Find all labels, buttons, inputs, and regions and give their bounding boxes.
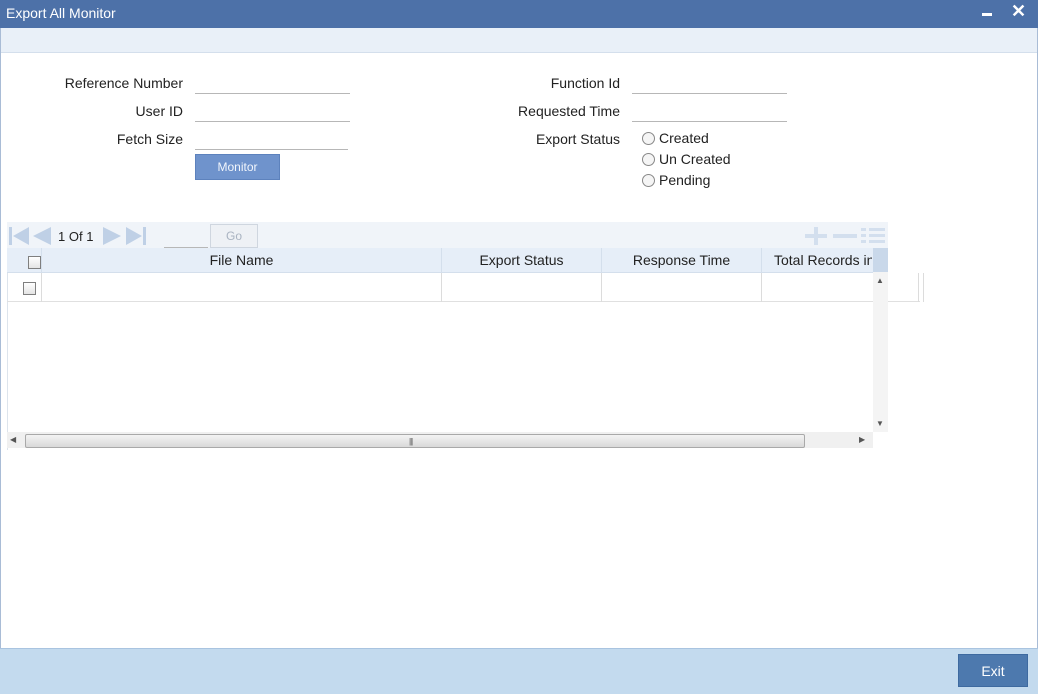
pager-text: 1 Of 1: [58, 229, 93, 244]
column-divider: [441, 273, 442, 302]
go-button[interactable]: Go: [210, 224, 258, 248]
radio-label-created: Created: [659, 130, 709, 146]
window-title: Export All Monitor: [6, 5, 116, 21]
export-status-pending-radio[interactable]: Pending: [642, 170, 710, 190]
radio-circle[interactable]: [642, 152, 655, 166]
close-icon[interactable]: ✕: [1011, 1, 1026, 22]
scroll-down-icon[interactable]: ▼: [876, 419, 884, 428]
column-header-total-records[interactable]: Total Records in: [762, 248, 872, 272]
radio-circle[interactable]: [642, 173, 655, 187]
window-titlebar: Export All Monitor ✕: [0, 0, 1038, 28]
pager-total: 1: [86, 229, 94, 244]
table-row[interactable]: [7, 273, 920, 302]
fetch-size-field[interactable]: [195, 129, 348, 150]
minimize-icon[interactable]: [982, 13, 992, 16]
column-header-response-time[interactable]: Response Time: [602, 248, 762, 272]
last-page-icon[interactable]: [125, 226, 147, 246]
export-status-label: Export Status: [535, 131, 620, 147]
scrollbar-header-fill: [873, 248, 888, 272]
export-status-uncreated-radio[interactable]: Un Created: [642, 149, 731, 169]
radio-label-uncreated: Un Created: [659, 151, 731, 167]
export-status-created-radio[interactable]: Created: [642, 128, 709, 148]
user-id-field[interactable]: [195, 101, 350, 122]
previous-page-icon[interactable]: [32, 226, 52, 246]
column-header-file-name[interactable]: File Name: [42, 248, 442, 272]
column-divider: [601, 273, 602, 302]
goto-page-input[interactable]: [164, 227, 208, 248]
user-id-label: User ID: [135, 103, 183, 119]
columns-icon[interactable]: [860, 226, 886, 246]
radio-circle[interactable]: [642, 131, 655, 145]
scroll-grip-icon: |||: [409, 437, 413, 446]
column-divider: [923, 273, 924, 302]
horizontal-scroll-thumb[interactable]: [25, 434, 805, 448]
next-page-icon[interactable]: [102, 226, 122, 246]
monitor-button[interactable]: Monitor: [195, 154, 280, 180]
delete-row-icon[interactable]: [832, 226, 858, 246]
column-divider: [761, 273, 762, 302]
reference-number-label: Reference Number: [64, 75, 183, 91]
scroll-right-icon[interactable]: ▶: [859, 435, 865, 444]
column-header-export-status[interactable]: Export Status: [442, 248, 602, 272]
requested-time-label: Requested Time: [518, 103, 620, 119]
requested-time-field[interactable]: [632, 101, 787, 122]
pager-current: 1: [58, 229, 66, 244]
function-id-field[interactable]: [632, 73, 787, 94]
toolbar-strip: [0, 28, 1038, 53]
scroll-left-icon[interactable]: ◀: [10, 435, 16, 444]
select-all-checkbox[interactable]: [28, 256, 41, 269]
first-page-icon[interactable]: [8, 226, 30, 246]
function-id-label: Function Id: [550, 75, 620, 91]
fetch-size-label: Fetch Size: [116, 131, 183, 147]
column-divider: [918, 273, 919, 302]
row-checkbox[interactable]: [23, 282, 36, 295]
radio-label-pending: Pending: [659, 172, 711, 188]
pager-of: Of: [68, 229, 83, 244]
footer-bar: [0, 648, 1038, 694]
reference-number-field[interactable]: [195, 73, 350, 94]
column-divider: [41, 273, 42, 302]
add-row-icon[interactable]: [804, 226, 828, 246]
scroll-up-icon[interactable]: ▲: [876, 276, 884, 285]
exit-button[interactable]: Exit: [958, 654, 1028, 687]
